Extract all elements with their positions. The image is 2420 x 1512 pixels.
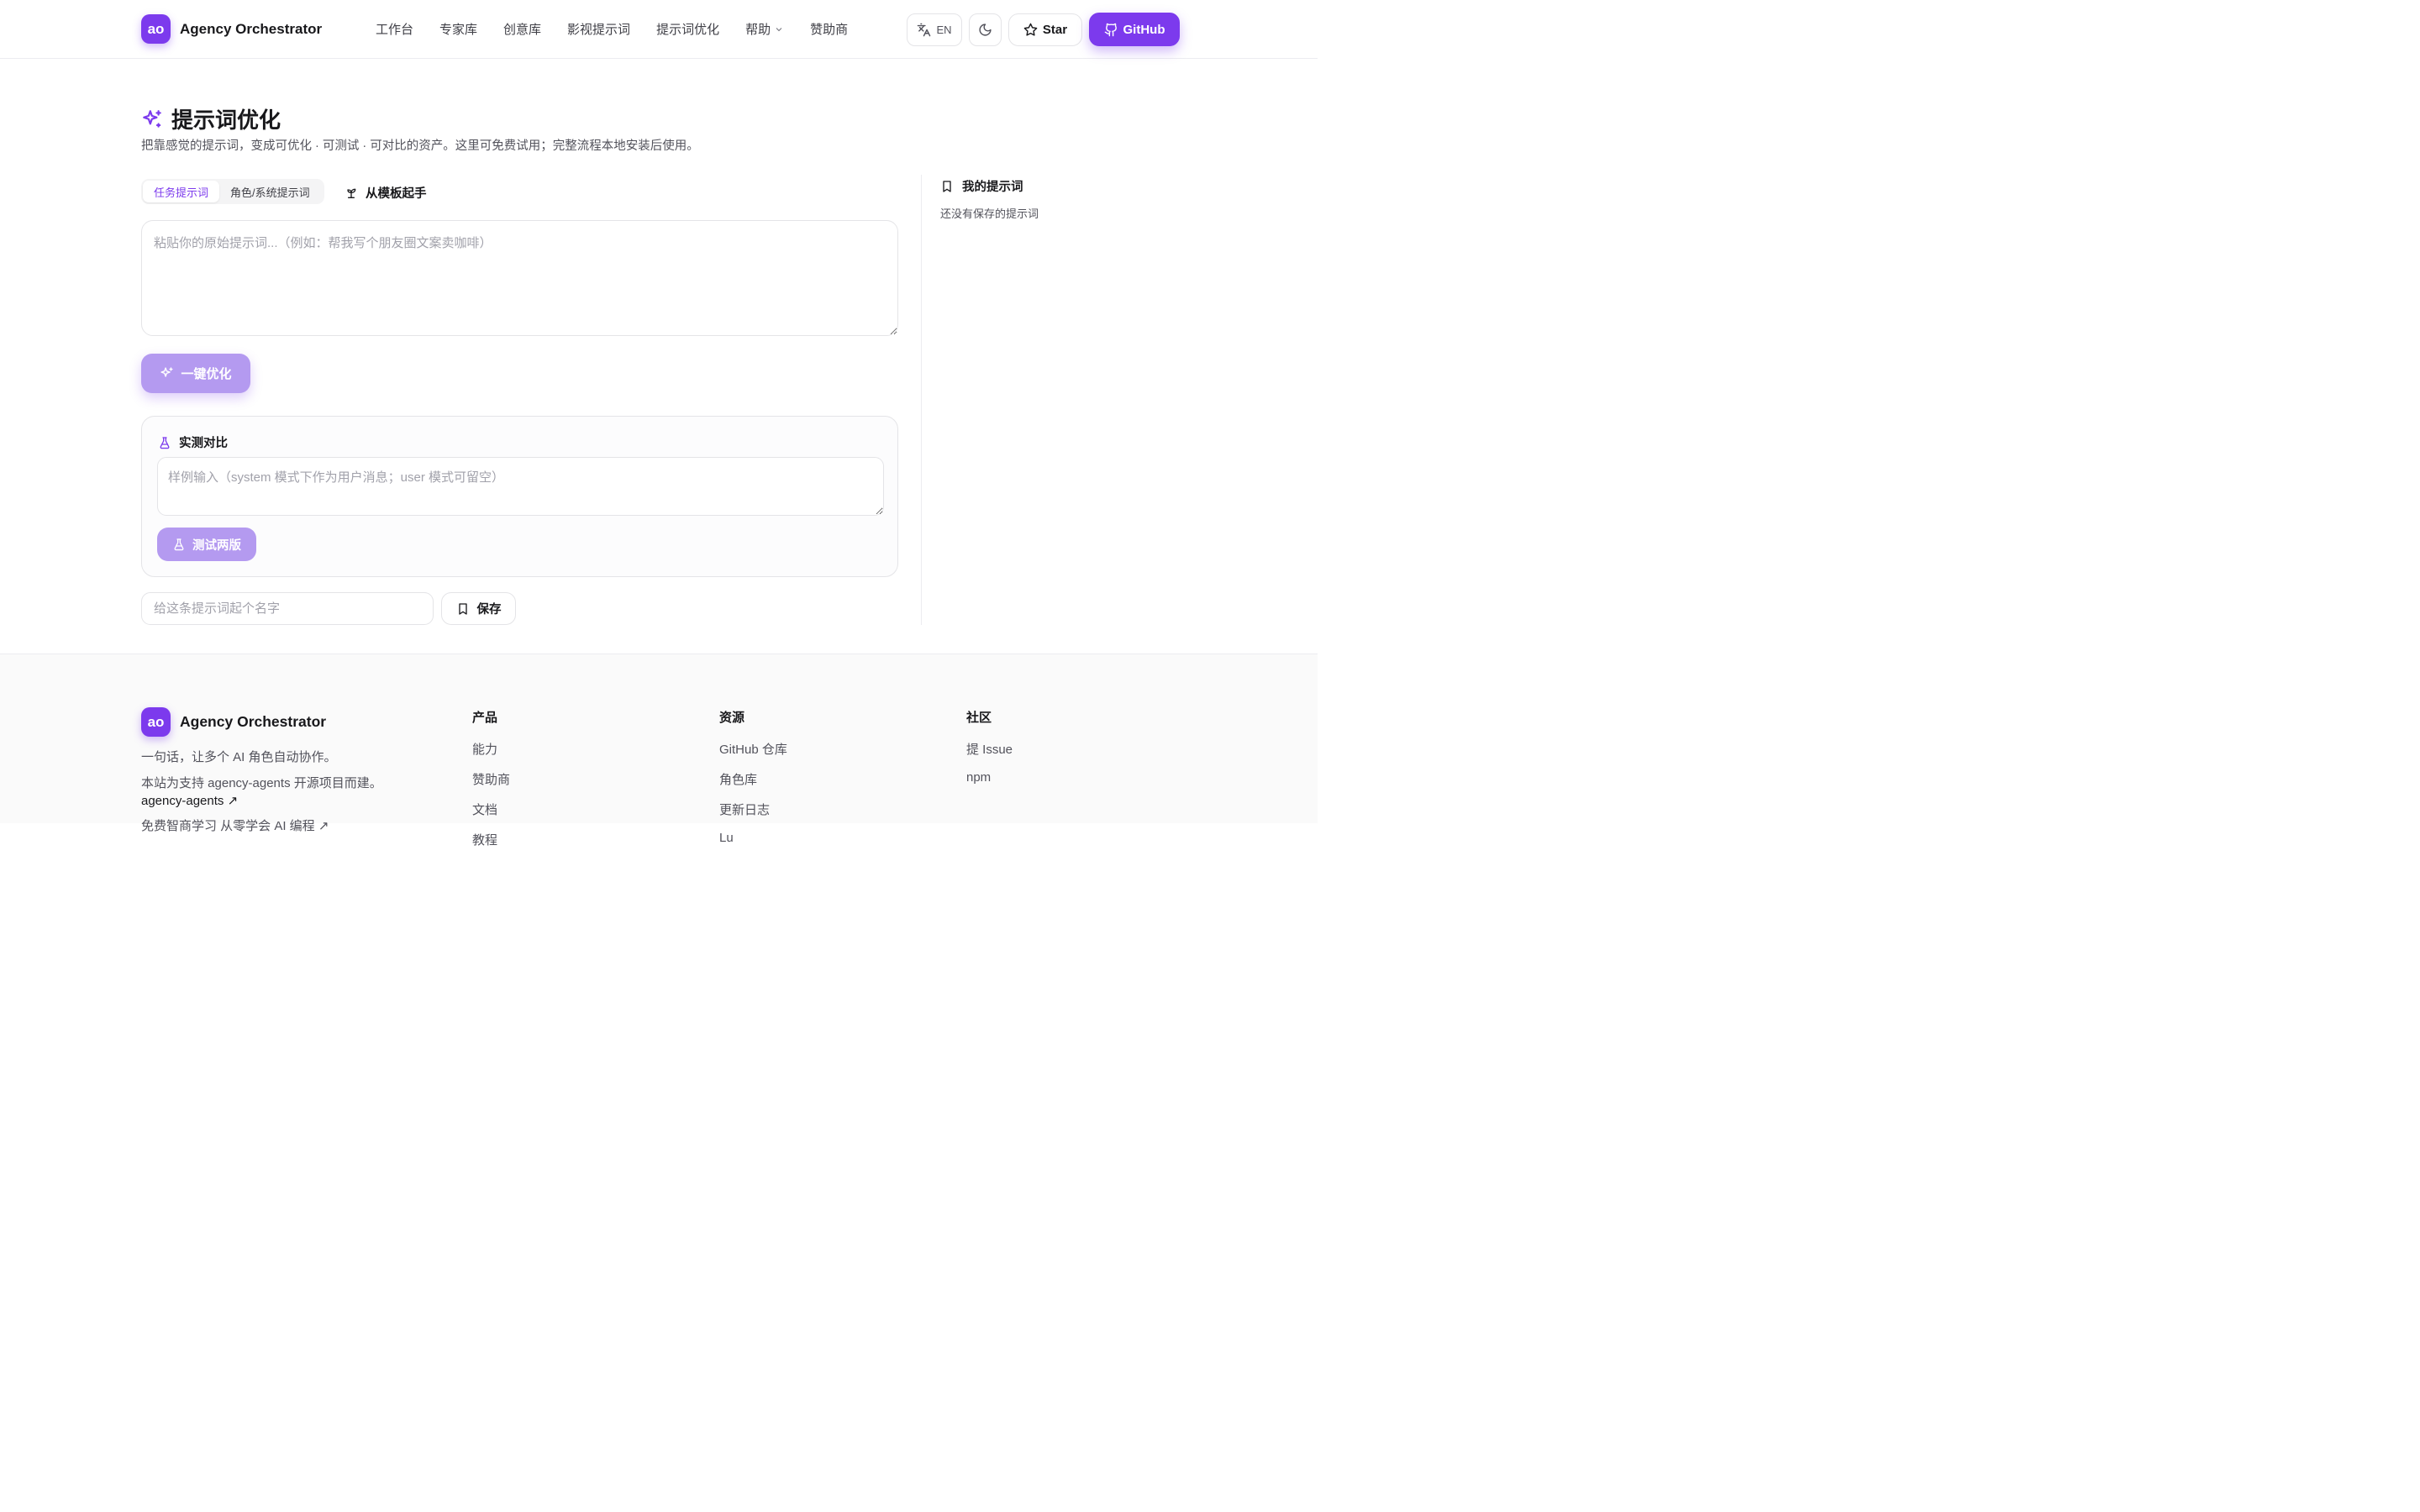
test-both-button[interactable]: 测试两版 (157, 528, 256, 561)
my-prompts-header: 我的提示词 (940, 177, 1023, 195)
mode-role-system-prompt[interactable]: 角色/系统提示词 (219, 181, 321, 202)
flask-icon (174, 538, 184, 551)
nav-item-film-prompts[interactable]: 影视提示词 (567, 20, 630, 38)
moon-icon (979, 23, 992, 36)
brand-name: Agency Orchestrator (180, 20, 323, 37)
sprout-icon (347, 188, 356, 198)
footer-column-title: 产品 (472, 711, 498, 725)
language-toggle-button[interactable]: EN (907, 13, 962, 46)
footer-link-docs[interactable]: 文档 (472, 801, 510, 818)
github-icon (1104, 23, 1117, 36)
page-title-text: 提示词优化 (171, 108, 281, 133)
footer-column-title: 社区 (966, 711, 992, 725)
footer-column-product: 产品 能力 赞助商 文档 教程 (472, 708, 510, 861)
original-prompt-textarea[interactable] (141, 220, 898, 336)
page-title: 提示词优化 (141, 103, 281, 134)
footer-learn-link[interactable]: 免费智商学习 从零学会 AI 编程 ↗ (141, 816, 329, 834)
sidebar-divider (921, 175, 922, 625)
language-label: EN (936, 23, 952, 36)
footer-agency-agents-link[interactable]: agency-agents ↗ (141, 793, 238, 808)
save-label: 保存 (476, 603, 502, 617)
nav-item-ideas[interactable]: 创意库 (503, 20, 541, 38)
github-button[interactable]: GitHub (1089, 13, 1180, 46)
optimize-button[interactable]: 一键优化 (141, 354, 250, 393)
compare-test-card: 实测对比 测试两版 (141, 416, 898, 577)
site-footer: ao Agency Orchestrator 一句话，让多个 AI 角色自动协作… (0, 654, 1318, 848)
footer-column-community: 社区 提 Issue npm (966, 708, 1013, 797)
footer-logo: ao (141, 707, 171, 737)
nav-item-experts[interactable]: 专家库 (439, 20, 477, 38)
footer-brand[interactable]: ao Agency Orchestrator (141, 707, 326, 737)
footer-link-changelog[interactable]: 更新日志 (719, 801, 787, 818)
bookmark-icon (458, 602, 467, 615)
nav-item-sponsors[interactable]: 赞助商 (810, 20, 848, 38)
header-tools: EN Star GitHub (907, 13, 1180, 46)
star-icon (1023, 23, 1038, 36)
save-button[interactable]: 保存 (441, 592, 516, 625)
nav-item-help-label: 帮助 (745, 23, 771, 37)
main-nav: 工作台 专家库 创意库 影视提示词 提示词优化 帮助 赞助商 (376, 20, 874, 38)
star-button[interactable]: Star (1008, 13, 1082, 46)
test-both-label: 测试两版 (192, 538, 241, 553)
footer-link-roles[interactable]: 角色库 (719, 770, 787, 788)
theme-toggle-button[interactable] (969, 13, 1002, 46)
sparkles-icon (143, 109, 161, 128)
footer-link-github-repo[interactable]: GitHub 仓库 (719, 740, 787, 758)
optimize-label: 一键优化 (181, 367, 232, 381)
footer-about: 本站为支持 agency-agents 开源项目而建。 (141, 776, 382, 790)
footer-link-tutorials[interactable]: 教程 (472, 831, 510, 848)
top-navigation-bar: ao Agency Orchestrator 工作台 专家库 创意库 影视提示词… (0, 0, 1318, 59)
star-label: Star (1042, 22, 1068, 37)
compare-title: 实测对比 (179, 437, 228, 450)
page-subtitle: 把靠感觉的提示词，变成可优化 · 可测试 · 可对比的资产。这里可免费试用；完整… (141, 139, 699, 153)
footer-brand-name: Agency Orchestrator (180, 713, 327, 730)
github-label: GitHub (1123, 22, 1165, 37)
sparkles-icon (160, 367, 174, 377)
my-prompts-empty-text: 还没有保存的提示词 (940, 207, 1039, 220)
from-template-label: 从模板起手 (366, 187, 427, 201)
nav-item-help[interactable]: 帮助 (745, 20, 784, 38)
flask-icon (160, 436, 170, 449)
prompt-name-input[interactable] (141, 592, 434, 625)
bookmark-icon (943, 180, 951, 192)
footer-link-sponsors[interactable]: 赞助商 (472, 770, 510, 788)
footer-tagline: 一句话，让多个 AI 角色自动协作。 (141, 750, 337, 764)
footer-column-resources: 资源 GitHub 仓库 角色库 更新日志 Lu (719, 708, 787, 858)
compare-header: 实测对比 (158, 433, 228, 451)
brand[interactable]: ao Agency Orchestrator (141, 14, 322, 44)
my-prompts-title: 我的提示词 (962, 181, 1023, 194)
chevron-down-icon (776, 27, 782, 31)
nav-item-workbench[interactable]: 工作台 (376, 20, 413, 38)
footer-column-title: 资源 (719, 711, 745, 725)
sample-input-textarea[interactable] (157, 457, 884, 516)
mode-task-prompt[interactable]: 任务提示词 (143, 181, 220, 202)
from-template-button[interactable]: 从模板起手 (345, 184, 427, 202)
footer-link-capabilities[interactable]: 能力 (472, 740, 510, 758)
translate-icon (918, 23, 931, 36)
footer-link-issue[interactable]: 提 Issue (966, 740, 1013, 758)
nav-item-prompt-optimize[interactable]: 提示词优化 (656, 20, 719, 38)
brand-logo: ao (141, 14, 171, 44)
footer-link-npm[interactable]: npm (966, 770, 1013, 785)
prompt-mode-toggle: 任务提示词 角色/系统提示词 (141, 179, 324, 204)
footer-link-more[interactable]: Lu (719, 831, 787, 845)
